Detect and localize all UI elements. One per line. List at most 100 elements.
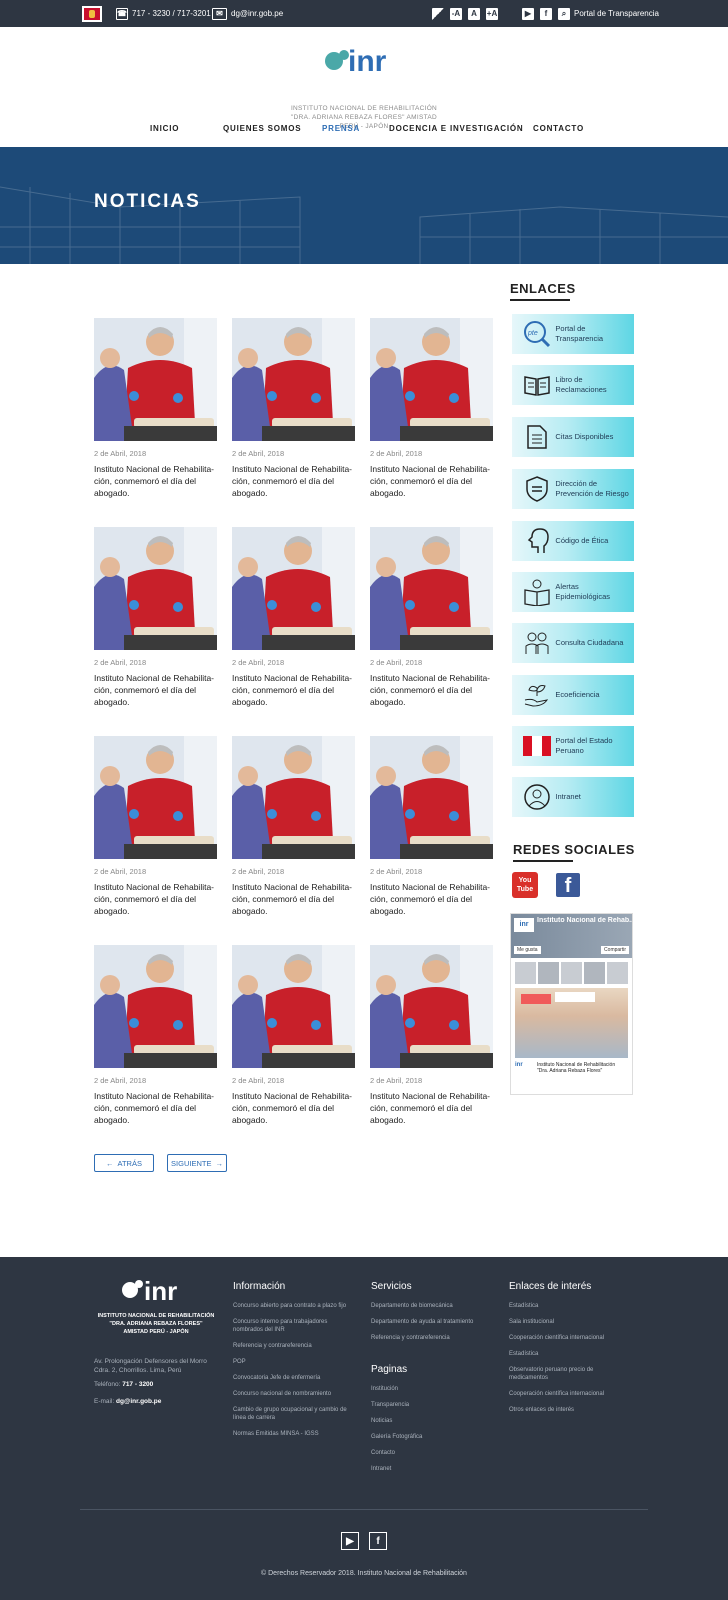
footer-logo-icon[interactable]: inr <box>120 1275 200 1306</box>
fb-post-image[interactable] <box>515 988 628 1058</box>
footer-link[interactable]: Estadística <box>509 1350 629 1358</box>
news-title[interactable]: Instituto Nacional de Rehabilita-ción, c… <box>370 881 493 917</box>
news-card[interactable]: 2 de Abril, 2018 Instituto Nacional de Re… <box>232 318 355 499</box>
news-card[interactable]: 2 de Abril, 2018 Instituto Nacional de Re… <box>232 736 355 917</box>
footer-link[interactable]: Concurso interno para trabajadores nombr… <box>233 1318 353 1334</box>
font-normal-button[interactable]: A <box>468 0 480 27</box>
footer-link[interactable]: Referencia y contrareferencia <box>371 1334 491 1342</box>
nav-contacto[interactable]: CONTACTO <box>533 124 584 133</box>
sidebar-link[interactable]: Intranet <box>512 777 634 817</box>
nav-inicio[interactable]: INICIO <box>150 124 179 133</box>
fb-like-button[interactable]: Me gusta <box>514 946 541 954</box>
transparency-label[interactable]: Portal de Transparencia <box>574 9 659 18</box>
news-photo[interactable] <box>370 945 493 1068</box>
news-title[interactable]: Instituto Nacional de Rehabilita-ción, c… <box>94 463 217 499</box>
contrast-toggle[interactable] <box>432 0 444 27</box>
footer-link[interactable]: Cooperación científica internacional <box>509 1334 629 1342</box>
sidebar-link[interactable]: Ecoeficiencia <box>512 675 634 715</box>
inr-logo-icon[interactable]: inr <box>322 41 406 81</box>
news-title[interactable]: Instituto Nacional de Rehabilita-ción, c… <box>232 1090 355 1126</box>
news-photo[interactable] <box>94 527 217 650</box>
footer-link[interactable]: Concurso nacional de nombramiento <box>233 1390 353 1398</box>
transparency-link[interactable]: ⌕ Portal de Transparencia <box>558 0 659 27</box>
sidebar-link-label[interactable]: Consulta Ciudadana <box>555 638 634 648</box>
news-card[interactable]: 2 de Abril, 2018 Instituto Nacional de Re… <box>370 945 493 1126</box>
sidebar-link-label[interactable]: Portal de Transparencia <box>555 324 634 344</box>
sidebar-link[interactable]: Alertas Epidemiológicas <box>512 572 634 612</box>
footer-link[interactable]: Estadística <box>509 1302 629 1310</box>
footer-link[interactable]: POP <box>233 1358 353 1366</box>
inr-logo[interactable]: inr <box>322 41 406 81</box>
sidebar-link-label[interactable]: Alertas Epidemiológicas <box>555 582 634 602</box>
font-small-button[interactable]: -A <box>450 0 462 27</box>
footer-link[interactable]: Galería Fotográfica <box>371 1433 491 1441</box>
youtube-icon[interactable]: ▶ <box>522 7 534 20</box>
fb-post-title[interactable]: Instituto Nacional de Rehabilitación "Dr… <box>537 1062 627 1074</box>
news-card[interactable]: 2 de Abril, 2018 Instituto Nacional de Re… <box>94 945 217 1126</box>
sidebar-link-label[interactable]: Código de Ética <box>555 536 634 546</box>
news-title[interactable]: Instituto Nacional de Rehabilita-ción, c… <box>94 1090 217 1126</box>
news-card[interactable]: 2 de Abril, 2018 Instituto Nacional de Re… <box>94 736 217 917</box>
sidebar-link-label[interactable]: Ecoeficiencia <box>555 690 634 700</box>
news-card[interactable]: 2 de Abril, 2018 Instituto Nacional de Re… <box>370 318 493 499</box>
footer-link[interactable]: Referencia y contrareferencia <box>233 1342 353 1350</box>
sidebar-link-label[interactable]: Citas Disponibles <box>555 432 634 442</box>
news-photo[interactable] <box>94 736 217 859</box>
news-photo[interactable] <box>370 318 493 441</box>
footer-link[interactable]: Cooperación científica internacional <box>509 1390 629 1398</box>
news-photo[interactable] <box>232 945 355 1068</box>
footer-link[interactable]: Intranet <box>371 1465 491 1473</box>
sidebar-link[interactable]: Portal del Estado Peruano <box>512 726 634 766</box>
news-photo[interactable] <box>94 945 217 1068</box>
news-card[interactable]: 2 de Abril, 2018 Instituto Nacional de Re… <box>232 945 355 1126</box>
footer-facebook-icon[interactable]: f <box>369 1532 387 1550</box>
facebook-link[interactable]: f <box>540 0 552 27</box>
facebook-icon[interactable]: f <box>540 7 552 20</box>
nav-quienes-somos[interactable]: QUIENES SOMOS <box>223 124 301 133</box>
facebook-button[interactable]: f <box>556 873 580 897</box>
youtube-link[interactable]: ▶ <box>522 0 534 27</box>
news-title[interactable]: Instituto Nacional de Rehabilita-ción, c… <box>232 672 355 708</box>
news-title[interactable]: Instituto Nacional de Rehabilita-ción, c… <box>94 672 217 708</box>
footer-logo[interactable]: inr <box>120 1275 200 1310</box>
footer-link[interactable]: Otros enlaces de interés <box>509 1406 629 1414</box>
sidebar-link[interactable]: Citas Disponibles <box>512 417 634 457</box>
news-title[interactable]: Instituto Nacional de Rehabilita-ción, c… <box>370 672 493 708</box>
footer-link[interactable]: Contacto <box>371 1449 491 1457</box>
sidebar-link-label[interactable]: Libro de Reclamaciones <box>555 375 634 395</box>
next-button[interactable]: SIGUIENTE → <box>167 1154 227 1172</box>
news-photo[interactable] <box>232 736 355 859</box>
sidebar-link-label[interactable]: Portal del Estado Peruano <box>555 736 634 756</box>
email-contact[interactable]: ✉ dg@inr.gob.pe <box>212 0 283 27</box>
news-title[interactable]: Instituto Nacional de Rehabilita-ción, c… <box>232 881 355 917</box>
fb-share-button[interactable]: Compartir <box>601 946 629 954</box>
footer-link[interactable]: Noticias <box>371 1417 491 1425</box>
news-title[interactable]: Instituto Nacional de Rehabilita-ción, c… <box>370 463 493 499</box>
news-card[interactable]: 2 de Abril, 2018 Instituto Nacional de Re… <box>370 527 493 708</box>
news-photo[interactable] <box>232 527 355 650</box>
footer-link[interactable]: Convocatoria Jefe de enfermería <box>233 1374 353 1382</box>
font-large-button[interactable]: +A <box>486 0 498 27</box>
news-title[interactable]: Instituto Nacional de Rehabilita-ción, c… <box>94 881 217 917</box>
news-photo[interactable] <box>94 318 217 441</box>
footer-link[interactable]: Departamento de ayuda al tratamiento <box>371 1318 491 1326</box>
footer-link[interactable]: Normas Emitidas MINSA - IGSS <box>233 1430 353 1438</box>
nav-prensa[interactable]: PRENSA <box>322 124 360 133</box>
news-card[interactable]: 2 de Abril, 2018 Instituto Nacional de Re… <box>232 527 355 708</box>
sidebar-link[interactable]: Consulta Ciudadana <box>512 623 634 663</box>
prev-button[interactable]: ← ATRÁS <box>94 1154 154 1172</box>
youtube-icon[interactable]: You Tube <box>517 877 533 893</box>
footer-link[interactable]: Observatorio peruano precio de medicamen… <box>509 1366 629 1382</box>
footer-youtube-icon[interactable]: ▶ <box>341 1532 359 1550</box>
sidebar-link[interactable]: pte Portal de Transparencia <box>512 314 634 354</box>
nav-docencia[interactable]: DOCENCIA E INVESTIGACIÓN <box>389 124 523 133</box>
news-card[interactable]: 2 de Abril, 2018 Instituto Nacional de Re… <box>94 318 217 499</box>
news-photo[interactable] <box>370 736 493 859</box>
footer-link[interactable]: Institución <box>371 1385 491 1393</box>
news-photo[interactable] <box>232 318 355 441</box>
sidebar-link-label[interactable]: Intranet <box>555 792 634 802</box>
sidebar-link[interactable]: Dirección de Prevención de Riesgo <box>512 469 634 509</box>
youtube-button[interactable]: You Tube <box>512 872 538 898</box>
news-title[interactable]: Instituto Nacional de Rehabilita-ción, c… <box>232 463 355 499</box>
news-photo[interactable] <box>370 527 493 650</box>
